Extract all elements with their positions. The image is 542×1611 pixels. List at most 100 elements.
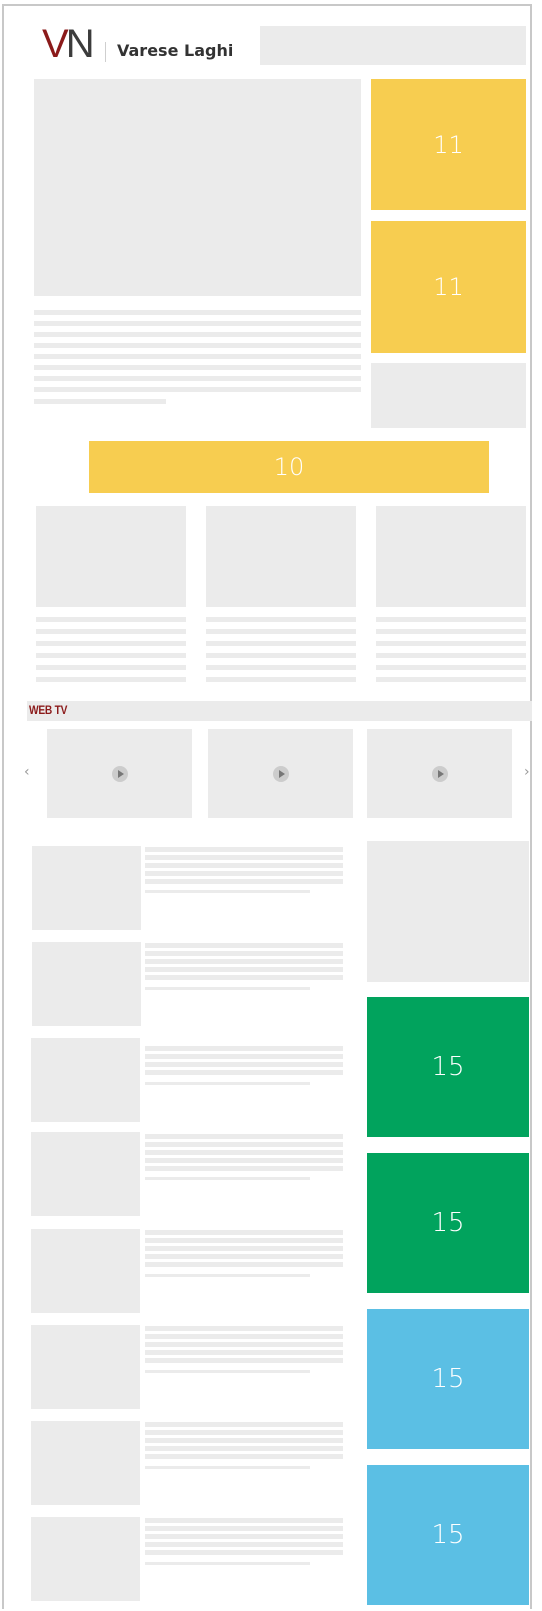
hero-image-placeholder[interactable] [34, 79, 361, 296]
news-item-line [145, 1246, 343, 1251]
news-item-line [145, 1326, 343, 1331]
chevron-right-icon[interactable]: › [524, 764, 530, 780]
ad-slot-15-green[interactable]: 15 [367, 997, 529, 1137]
news-item-line [145, 967, 343, 972]
sidebar-placeholder [371, 363, 526, 428]
news-item-line [145, 855, 343, 860]
article-card-line [376, 665, 526, 670]
news-item-thumbnail[interactable] [32, 942, 141, 1026]
news-item-line [145, 1134, 343, 1139]
news-item-line [145, 1370, 310, 1373]
news-item-line [145, 975, 343, 980]
article-card-line [206, 641, 356, 646]
play-icon [111, 765, 128, 782]
slot-label: 15 [431, 1520, 465, 1550]
video-thumbnail[interactable] [367, 729, 512, 818]
news-item-line [145, 1430, 343, 1435]
ad-slot-11-top[interactable]: 11 [371, 79, 526, 210]
news-item-line [145, 1054, 343, 1059]
logo-letter-v: V [42, 22, 69, 66]
article-card-line [206, 653, 356, 658]
article-card-line [206, 665, 356, 670]
article-card-line [36, 665, 186, 670]
hero-text-line [34, 332, 361, 337]
article-card-image[interactable] [376, 506, 526, 607]
news-item-thumbnail[interactable] [31, 1038, 140, 1122]
article-card-line [376, 677, 526, 682]
ad-slot-15-blue[interactable]: 15 [367, 1465, 529, 1605]
article-card-line [206, 617, 356, 622]
logo-divider [105, 42, 106, 62]
slot-label: 15 [431, 1208, 465, 1238]
slot-label: 15 [431, 1052, 465, 1082]
news-item-thumbnail[interactable] [31, 1229, 140, 1313]
news-item-line [145, 943, 343, 948]
news-item-line [145, 890, 310, 893]
news-item-line [145, 1550, 343, 1555]
news-item-thumbnail[interactable] [31, 1325, 140, 1409]
article-card-line [376, 617, 526, 622]
article-card-line [36, 653, 186, 658]
news-item-line [145, 1274, 310, 1277]
article-card-image[interactable] [36, 506, 186, 607]
news-item-line [145, 1518, 343, 1523]
article-card-line [206, 677, 356, 682]
hero-text-line [34, 376, 361, 381]
news-item-thumbnail[interactable] [31, 1421, 140, 1505]
news-item-line [145, 1166, 343, 1171]
hero-text-line [34, 321, 361, 326]
news-item-line [145, 1238, 343, 1243]
news-item-line [145, 1342, 343, 1347]
news-item-line [145, 1046, 343, 1051]
news-item-line [145, 1082, 310, 1085]
slot-label: 10 [273, 453, 305, 481]
news-item-line [145, 1562, 310, 1565]
play-icon [272, 765, 289, 782]
article-card-line [36, 677, 186, 682]
video-thumbnail[interactable] [208, 729, 353, 818]
slot-label: 15 [431, 1364, 465, 1394]
news-item-line [145, 1158, 343, 1163]
hero-text-line [34, 387, 361, 392]
article-card-line [206, 629, 356, 634]
ad-slot-15-blue[interactable]: 15 [367, 1309, 529, 1449]
news-item-line [145, 1454, 343, 1459]
site-logo[interactable]: VN [42, 22, 95, 66]
news-item-line [145, 1262, 343, 1267]
news-item-line [145, 987, 310, 990]
video-thumbnail[interactable] [47, 729, 192, 818]
hero-text-line [34, 343, 361, 348]
news-item-line [145, 1062, 343, 1067]
news-item-line [145, 1438, 343, 1443]
hero-text-line [34, 310, 361, 315]
ad-slot-10-banner[interactable]: 10 [89, 441, 489, 493]
news-item-line [145, 1358, 343, 1363]
news-item-line [145, 1070, 343, 1075]
chevron-left-icon[interactable]: ‹ [24, 764, 30, 780]
hero-text-line [34, 399, 166, 404]
slot-label: 11 [433, 273, 464, 301]
logo-letter-n: N [65, 22, 95, 66]
news-item-line [145, 951, 343, 956]
header-banner-placeholder [260, 26, 526, 65]
news-item-thumbnail[interactable] [31, 1517, 140, 1601]
news-item-line [145, 1350, 343, 1355]
article-card-line [36, 641, 186, 646]
ad-slot-11-bottom[interactable]: 11 [371, 221, 526, 353]
hero-text-line [34, 365, 361, 370]
webtv-header-bar [27, 701, 532, 721]
play-icon [431, 765, 448, 782]
ad-slot-15-green[interactable]: 15 [367, 1153, 529, 1293]
slot-label: 11 [433, 130, 464, 159]
article-card-line [376, 629, 526, 634]
news-item-line [145, 879, 343, 884]
article-card-line [376, 653, 526, 658]
article-card-image[interactable] [206, 506, 356, 607]
news-item-thumbnail[interactable] [31, 1132, 140, 1216]
article-card-line [36, 617, 186, 622]
news-item-line [145, 871, 343, 876]
article-card-line [376, 641, 526, 646]
news-item-thumbnail[interactable] [32, 846, 141, 930]
news-item-line [145, 1142, 343, 1147]
news-item-line [145, 1542, 343, 1547]
